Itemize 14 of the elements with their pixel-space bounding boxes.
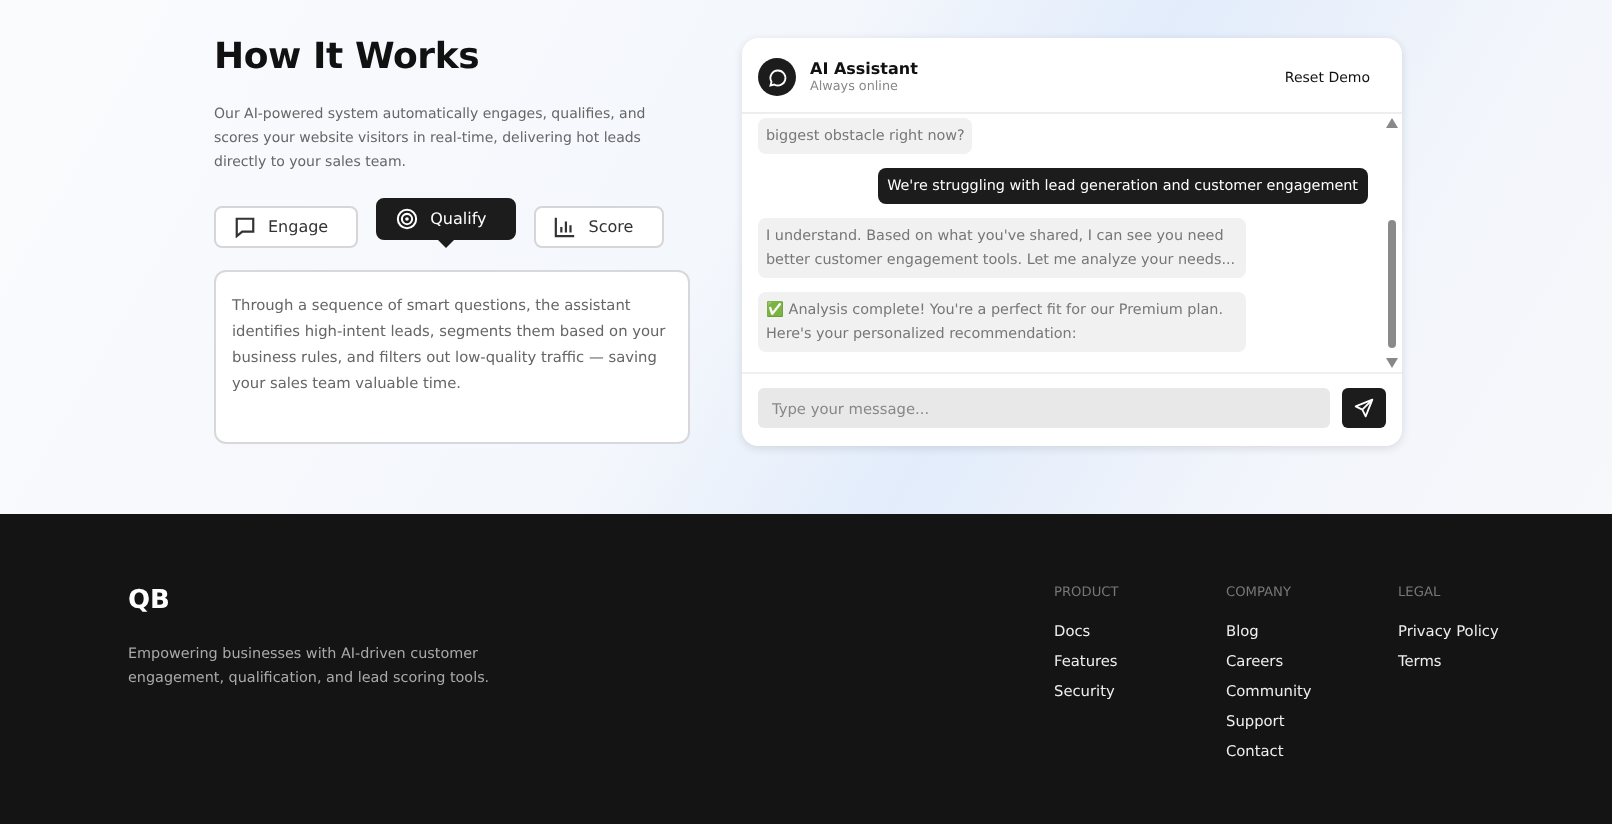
scroll-up-icon[interactable] (1386, 118, 1398, 128)
step-tab[interactable]: Engage (214, 206, 359, 248)
speech-bubble-icon (234, 216, 256, 238)
scrollbar-thumb[interactable] (1388, 219, 1396, 347)
bar-chart-icon (554, 216, 577, 238)
step-tab[interactable]: Score (534, 206, 664, 248)
send-icon (1354, 398, 1374, 418)
section-title: How It Works (214, 36, 482, 78)
footer-logo: QB (128, 586, 172, 616)
scroll-down-icon[interactable] (1386, 358, 1398, 368)
chat-avatar-icon (758, 58, 796, 96)
target-icon (396, 208, 419, 230)
send-button[interactable] (1342, 388, 1386, 428)
chat-title: AI Assistant (810, 60, 920, 78)
